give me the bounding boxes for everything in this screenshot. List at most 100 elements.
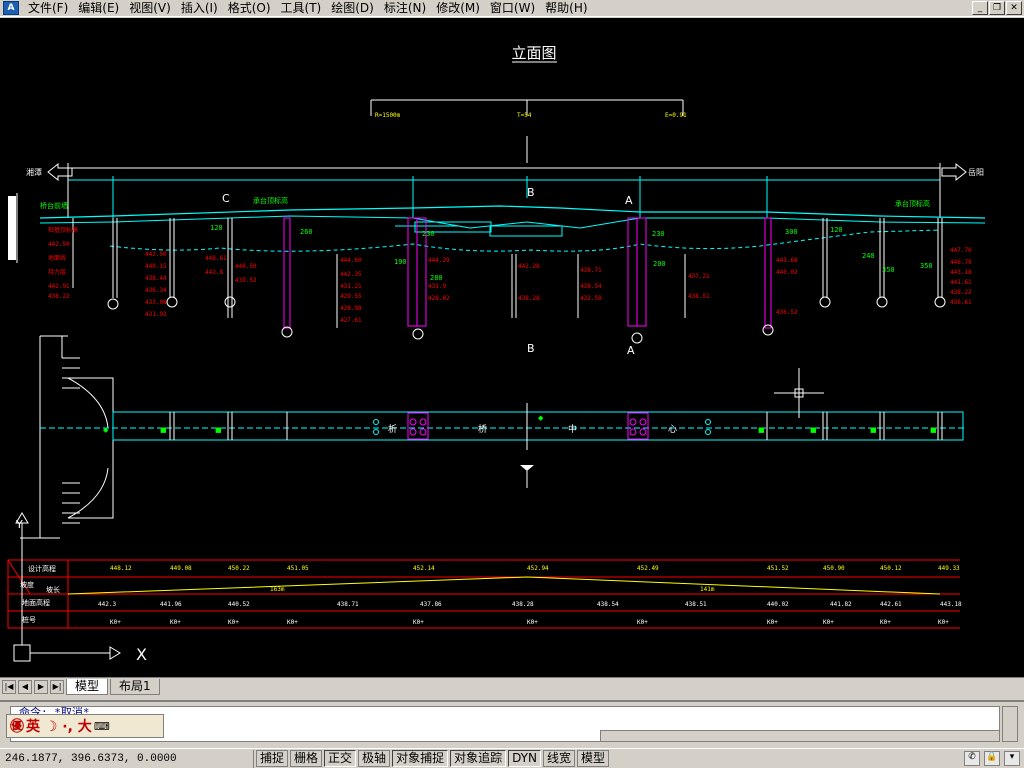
svg-text:436.52: 436.52 [776,309,798,316]
svg-text:141m: 141m [700,586,715,593]
communication-center-icon[interactable]: ✆ [964,751,980,766]
snap-toggle[interactable]: 捕捉 [256,750,289,767]
menu-dimension[interactable]: 标注(N) [379,1,431,16]
svg-text:析: 析 [388,423,397,435]
svg-text:280: 280 [430,274,443,282]
svg-text:448.50: 448.50 [235,263,257,270]
svg-text:448.61: 448.61 [205,255,227,262]
svg-text:K0+: K0+ [823,619,834,626]
svg-text:442.50: 442.50 [48,241,70,248]
piers [72,217,943,329]
svg-text:441.61: 441.61 [950,279,972,286]
svg-text:444.29: 444.29 [428,257,450,264]
command-horizontal-scrollbar[interactable] [600,730,1000,742]
svg-text:437.21: 437.21 [688,273,710,280]
profile-data-table: 设计高程 坡度 坡长 地面高程 桩号 448.12 449.08 450.22 45… [7,559,962,629]
svg-text:431.9: 431.9 [428,283,446,290]
restore-icon[interactable]: ❐ [989,1,1005,15]
crosshair-cursor [774,368,824,418]
svg-text:E=0.91: E=0.91 [665,112,687,119]
autocad-app-icon[interactable]: A [3,1,19,15]
ime-status-text[interactable]: 英 ☽ ·, 大 [26,716,92,736]
svg-text:坡长: 坡长 [46,585,60,594]
svg-text:K0+: K0+ [880,619,891,626]
status-menu-arrow-icon[interactable]: ▾ [1004,751,1020,766]
svg-text:428.02: 428.02 [428,295,450,302]
tab-prev-button[interactable]: ◀ [18,679,32,694]
svg-text:441.96: 441.96 [160,601,182,608]
svg-text:432.58: 432.58 [580,295,602,302]
svg-text:442.28: 442.28 [518,263,540,270]
svg-text:436.34: 436.34 [145,287,167,294]
left-legend-column [8,193,18,263]
tab-model[interactable]: 模型 [66,678,109,695]
svg-text:452.94: 452.94 [527,565,549,572]
svg-text:449.08: 449.08 [170,565,192,572]
osnap-toggle[interactable]: 对象捕捉 [392,750,449,767]
close-icon[interactable]: ✕ [1006,1,1022,15]
svg-text:◆: ◆ [538,414,544,422]
menu-view[interactable]: 视图(V) [124,1,176,16]
document-window-controls: _ ❐ ✕ [972,1,1022,15]
otrack-toggle[interactable]: 对象追踪 [450,750,507,767]
svg-text:438.51: 438.51 [685,601,707,608]
tab-next-button[interactable]: ▶ [34,679,48,694]
svg-text:350: 350 [920,262,933,270]
polar-toggle[interactable]: 极轴 [358,750,391,767]
svg-text:持力层: 持力层 [48,268,66,276]
command-scrollbar[interactable] [1002,706,1018,742]
svg-text:120: 120 [210,224,223,232]
lineweight-toggle[interactable]: 线宽 [542,750,575,767]
svg-text:427.61: 427.61 [340,317,362,324]
menu-help[interactable]: 帮助(H) [540,1,592,16]
svg-text:443.68: 443.68 [776,257,798,264]
menu-file[interactable]: 文件(F) [23,1,73,16]
svg-text:K0+: K0+ [938,619,949,626]
coordinate-readout[interactable]: 246.1877, 396.6373, 0.0000 [0,749,254,768]
svg-text:350: 350 [882,266,895,274]
svg-text:190: 190 [394,258,407,266]
tab-layout1[interactable]: 布局1 [110,678,160,695]
svg-text:■: ■ [758,426,765,434]
grid-toggle[interactable]: 栅格 [290,750,323,767]
model-space-toggle[interactable]: 模型 [577,750,610,767]
svg-text:地面高程: 地面高程 [22,598,50,607]
menu-modify[interactable]: 修改(M) [431,1,485,16]
svg-text:K0+: K0+ [170,619,181,626]
svg-text:地面线: 地面线 [48,254,66,262]
ime-toolbar[interactable]: ㊝ 英 ☽ ·, 大 ⌨ [6,714,164,738]
right-direction-arrow: 岳阳 [941,162,984,182]
svg-text:429.55: 429.55 [340,293,362,300]
lock-icon[interactable]: 🔒 [984,751,1000,766]
tab-last-button[interactable]: ▶| [50,679,64,694]
menu-draw[interactable]: 绘图(D) [326,1,379,16]
svg-text:230: 230 [422,230,435,238]
menu-tools[interactable]: 工具(T) [276,1,327,16]
svg-text:桩基顶标高: 桩基顶标高 [48,226,78,234]
minimize-icon[interactable]: _ [972,1,988,15]
svg-text:451.52: 451.52 [767,565,789,572]
menu-window[interactable]: 窗口(W) [485,1,540,16]
menu-insert[interactable]: 插入(I) [176,1,223,16]
keyboard-icon[interactable]: ⌨ [94,720,110,733]
svg-text:K0+: K0+ [228,619,239,626]
svg-text:260: 260 [300,228,313,236]
svg-text:■: ■ [215,426,222,434]
svg-text:B: B [527,186,535,199]
svg-text:岳阳: 岳阳 [968,167,984,177]
bridge-deck-profile [39,205,986,252]
ortho-toggle[interactable]: 正交 [324,750,357,767]
drawing-canvas[interactable]: 立面图 R=1500m T=54 E=0.91 湘潭 岳阳 B A C A B … [0,18,1024,677]
svg-text:438.54: 438.54 [580,283,602,290]
svg-text:433.08: 433.08 [145,299,167,306]
svg-text:442.3: 442.3 [98,601,116,608]
tab-first-button[interactable]: |◀ [2,679,16,694]
menu-format[interactable]: 格式(O) [223,1,276,16]
svg-text:438.51: 438.51 [688,293,710,300]
ime-logo-icon[interactable]: ㊝ [10,716,24,736]
svg-text:446.79: 446.79 [950,259,972,266]
svg-text:443.18: 443.18 [940,601,962,608]
dyn-toggle[interactable]: DYN [508,750,541,767]
menu-edit[interactable]: 编辑(E) [73,1,124,16]
svg-text:230: 230 [652,230,665,238]
